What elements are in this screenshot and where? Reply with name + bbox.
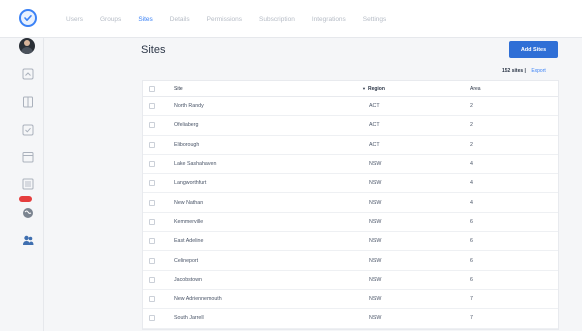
sites-count: 152 sites | bbox=[502, 68, 526, 74]
row-checkbox[interactable] bbox=[149, 180, 155, 187]
site-column-header[interactable]: Site bbox=[174, 86, 183, 92]
area-cell: 2 bbox=[470, 103, 473, 110]
row-checkbox[interactable] bbox=[149, 238, 155, 245]
table-row[interactable]: North Randy ACT 2 bbox=[143, 97, 558, 117]
table-row[interactable]: New Adriennemouth NSW 7 bbox=[143, 290, 558, 310]
site-cell: North Randy bbox=[174, 103, 204, 110]
site-cell: New Nathan bbox=[174, 199, 204, 206]
row-checkbox[interactable] bbox=[149, 315, 155, 322]
nav-tabs: Users Groups Sites Details Permissions Subscr… bbox=[66, 0, 403, 38]
area-cell: 7 bbox=[470, 296, 473, 303]
area-cell: 4 bbox=[470, 180, 473, 187]
site-cell: Celineport bbox=[174, 257, 199, 264]
site-cell: Ofeliaberg bbox=[174, 122, 199, 129]
area-cell: 2 bbox=[470, 122, 473, 129]
area-column-header[interactable]: Area bbox=[470, 86, 481, 92]
row-checkbox[interactable] bbox=[149, 103, 155, 110]
home-icon[interactable] bbox=[22, 67, 34, 80]
area-cell: 6 bbox=[470, 218, 473, 225]
row-checkbox[interactable] bbox=[149, 199, 155, 206]
site-cell: Kemmerville bbox=[174, 218, 204, 225]
table-row[interactable]: East Adeline NSW 6 bbox=[143, 232, 558, 252]
row-checkbox[interactable] bbox=[149, 161, 155, 168]
tab-groups[interactable]: Groups bbox=[100, 16, 121, 23]
page-title: Sites bbox=[141, 44, 166, 56]
region-cell: ACT bbox=[369, 103, 380, 110]
region-cell: ACT bbox=[369, 141, 380, 148]
region-cell: NSW bbox=[369, 199, 382, 206]
table-row[interactable]: South Jarrell NSW 7 bbox=[143, 309, 558, 329]
sidebar bbox=[0, 38, 44, 331]
region-cell: NSW bbox=[369, 218, 382, 225]
row-checkbox[interactable] bbox=[149, 296, 155, 303]
table-row[interactable]: Lake Sashahaven NSW 4 bbox=[143, 155, 558, 175]
table-row[interactable]: Eliborough ACT 2 bbox=[143, 136, 558, 155]
region-cell: NSW bbox=[369, 315, 382, 322]
region-cell: NSW bbox=[369, 238, 382, 245]
table-row[interactable]: Ofeliaberg ACT 2 bbox=[143, 116, 558, 136]
region-cell: NSW bbox=[369, 161, 382, 168]
table-row[interactable]: Kemmerville NSW 6 bbox=[143, 213, 558, 233]
chart-icon[interactable] bbox=[22, 177, 34, 190]
tab-permissions[interactable]: Permissions bbox=[207, 16, 242, 23]
table-header: Site ▼ Region Area bbox=[143, 81, 558, 97]
table-row[interactable]: Langworthfurt NSW 4 bbox=[143, 174, 558, 194]
tab-integrations[interactable]: Integrations bbox=[312, 16, 346, 23]
tab-settings[interactable]: Settings bbox=[363, 16, 387, 23]
checklist-icon[interactable] bbox=[22, 123, 34, 136]
sort-desc-icon: ▼ bbox=[362, 85, 366, 91]
select-all-checkbox[interactable] bbox=[149, 85, 155, 92]
table-row[interactable]: New Nathan NSW 4 bbox=[143, 193, 558, 213]
tab-details[interactable]: Details bbox=[170, 16, 190, 23]
area-cell: 6 bbox=[470, 276, 473, 283]
tab-sites[interactable]: Sites bbox=[138, 16, 152, 23]
tab-subscription[interactable]: Subscription bbox=[259, 16, 295, 23]
users-icon[interactable] bbox=[22, 233, 34, 245]
region-cell: NSW bbox=[369, 276, 382, 283]
table-body: North Randy ACT 2 Ofeliaberg ACT 2 Eliborough A… bbox=[143, 97, 558, 329]
site-cell: South Jarrell bbox=[174, 315, 204, 322]
notification-badge bbox=[19, 196, 32, 202]
row-checkbox[interactable] bbox=[149, 122, 155, 129]
globe-icon[interactable] bbox=[22, 206, 34, 218]
region-cell: NSW bbox=[369, 180, 382, 187]
row-checkbox[interactable] bbox=[149, 141, 155, 148]
document-icon[interactable] bbox=[22, 95, 34, 108]
area-cell: 6 bbox=[470, 257, 473, 264]
sites-table: Site ▼ Region Area North Randy ACT 2 Ofeliab… bbox=[142, 80, 559, 330]
site-cell: Lake Sashahaven bbox=[174, 161, 217, 168]
avatar[interactable] bbox=[19, 38, 35, 54]
row-checkbox[interactable] bbox=[149, 257, 155, 264]
table-row[interactable]: Jacobstown NSW 6 bbox=[143, 271, 558, 290]
tab-users[interactable]: Users bbox=[66, 16, 83, 23]
export-link[interactable]: Export bbox=[531, 68, 545, 74]
area-cell: 4 bbox=[470, 161, 473, 168]
app-logo-icon[interactable] bbox=[19, 9, 37, 27]
top-nav: Users Groups Sites Details Permissions Subscr… bbox=[0, 0, 582, 38]
site-cell: East Adeline bbox=[174, 238, 204, 245]
area-cell: 4 bbox=[470, 199, 473, 206]
site-cell: Langworthfurt bbox=[174, 180, 207, 187]
site-cell: New Adriennemouth bbox=[174, 296, 222, 303]
site-cell: Jacobstown bbox=[174, 276, 202, 283]
region-header-label: Region bbox=[367, 85, 385, 92]
region-column-header[interactable]: ▼ Region bbox=[362, 86, 385, 92]
calendar-icon[interactable] bbox=[22, 150, 34, 163]
area-cell: 7 bbox=[470, 315, 473, 322]
row-checkbox[interactable] bbox=[149, 218, 155, 225]
app-window: Users Groups Sites Details Permissions Subscr… bbox=[0, 0, 582, 331]
site-cell: Eliborough bbox=[174, 141, 200, 148]
table-row[interactable]: Celineport NSW 6 bbox=[143, 251, 558, 271]
main-content: Sites Add Sites 152 sites | Export Site … bbox=[44, 38, 582, 331]
area-cell: 2 bbox=[470, 141, 473, 148]
region-cell: ACT bbox=[369, 122, 380, 129]
add-sites-button[interactable]: Add Sites bbox=[509, 41, 558, 58]
region-cell: NSW bbox=[369, 296, 382, 303]
area-cell: 6 bbox=[470, 238, 473, 245]
region-cell: NSW bbox=[369, 257, 382, 264]
sites-count-line: 152 sites | Export bbox=[502, 68, 546, 74]
row-checkbox[interactable] bbox=[149, 276, 155, 283]
